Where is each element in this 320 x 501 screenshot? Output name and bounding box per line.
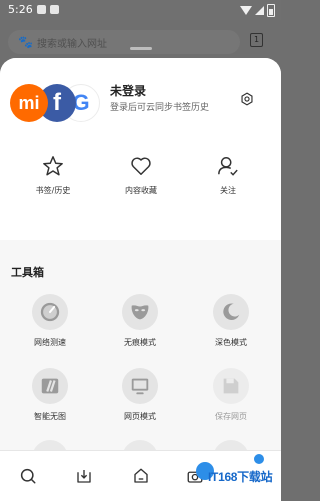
notification-icon-2	[50, 5, 59, 14]
tool-partial[interactable]	[196, 440, 266, 450]
tool-icon-bg	[213, 440, 249, 450]
search-icon	[20, 468, 36, 484]
tool-label: 无痕模式	[124, 338, 156, 347]
heart-icon	[131, 157, 151, 175]
sheet-drag-handle[interactable]	[130, 47, 152, 50]
tool-dark-mode[interactable]: 深色模式	[196, 294, 266, 348]
tool-partial[interactable]	[105, 440, 175, 450]
notification-icon	[37, 5, 46, 14]
tool-desktop-mode[interactable]: 网页模式	[105, 368, 175, 422]
nav-download-button[interactable]	[74, 466, 94, 486]
account-panel: mi f G 未登录 登录后可云同步书签历史 书签/历史 内容收藏 关注	[0, 58, 281, 240]
settings-icon[interactable]	[240, 92, 254, 106]
watermark-text: IT168下载站	[208, 470, 273, 484]
tool-icon-bg	[122, 294, 158, 330]
speedometer-icon	[40, 302, 60, 322]
tool-icon-bg	[122, 368, 158, 404]
desktop-icon	[131, 378, 149, 395]
login-title[interactable]: 未登录	[110, 82, 146, 99]
mi-logo-icon: mi	[10, 84, 48, 122]
tool-speed-test[interactable]: 网络测速	[15, 294, 85, 348]
tool-label: 网页模式	[124, 412, 156, 421]
status-icons	[240, 4, 275, 17]
tool-save-page[interactable]: 保存网页	[196, 368, 266, 422]
tool-no-image[interactable]: 智能无图	[15, 368, 85, 422]
star-icon	[43, 156, 63, 176]
quick-label: 关注	[220, 186, 236, 195]
save-page-icon	[223, 378, 239, 394]
watermark-logo: IT168下载站	[196, 454, 278, 494]
tool-partial[interactable]	[15, 440, 85, 450]
quick-bookmarks-history[interactable]: 书签/历史	[13, 155, 93, 196]
search-bar[interactable]: 🐾 搜索或输入网址	[8, 30, 240, 54]
download-icon	[77, 470, 91, 483]
battery-icon	[267, 4, 275, 17]
mask-icon	[131, 305, 149, 320]
tool-icon-bg	[213, 294, 249, 330]
tool-label: 保存网页	[215, 412, 247, 421]
tool-label: 智能无图	[34, 412, 66, 421]
tab-count-button[interactable]: 1	[250, 33, 263, 47]
menu-sheet: mi f G 未登录 登录后可云同步书签历史 书签/历史 内容收藏 关注 工具箱…	[0, 58, 281, 450]
tool-icon-bg	[122, 440, 158, 450]
tool-icon-bg	[32, 368, 68, 404]
no-image-icon	[41, 378, 59, 394]
tool-icon-bg	[32, 440, 68, 450]
login-subtitle[interactable]: 登录后可云同步书签历史	[110, 100, 240, 116]
moon-icon	[223, 303, 240, 320]
status-bar: 5:26	[0, 0, 281, 20]
tool-incognito[interactable]: 无痕模式	[105, 294, 175, 348]
quick-favorites[interactable]: 内容收藏	[101, 155, 181, 196]
wifi-icon	[240, 6, 252, 15]
paw-icon: 🐾	[18, 35, 33, 49]
nav-home-button[interactable]	[131, 466, 151, 486]
status-time: 5:26	[8, 3, 33, 16]
quick-follow[interactable]: 关注	[188, 155, 268, 196]
watermark-badge-icon	[254, 454, 264, 464]
tool-icon-bg	[32, 294, 68, 330]
tool-label: 深色模式	[215, 338, 247, 347]
home-icon	[134, 468, 148, 483]
tool-icon-bg	[213, 368, 249, 404]
tool-label: 网络测速	[34, 338, 66, 347]
search-placeholder: 搜索或输入网址	[37, 39, 107, 50]
quick-label: 内容收藏	[125, 186, 157, 195]
signal-icon	[255, 6, 264, 15]
quick-label: 书签/历史	[35, 186, 71, 195]
toolbox-title: 工具箱	[11, 266, 44, 279]
nav-search-button[interactable]	[18, 466, 38, 486]
user-follow-icon	[218, 157, 238, 176]
